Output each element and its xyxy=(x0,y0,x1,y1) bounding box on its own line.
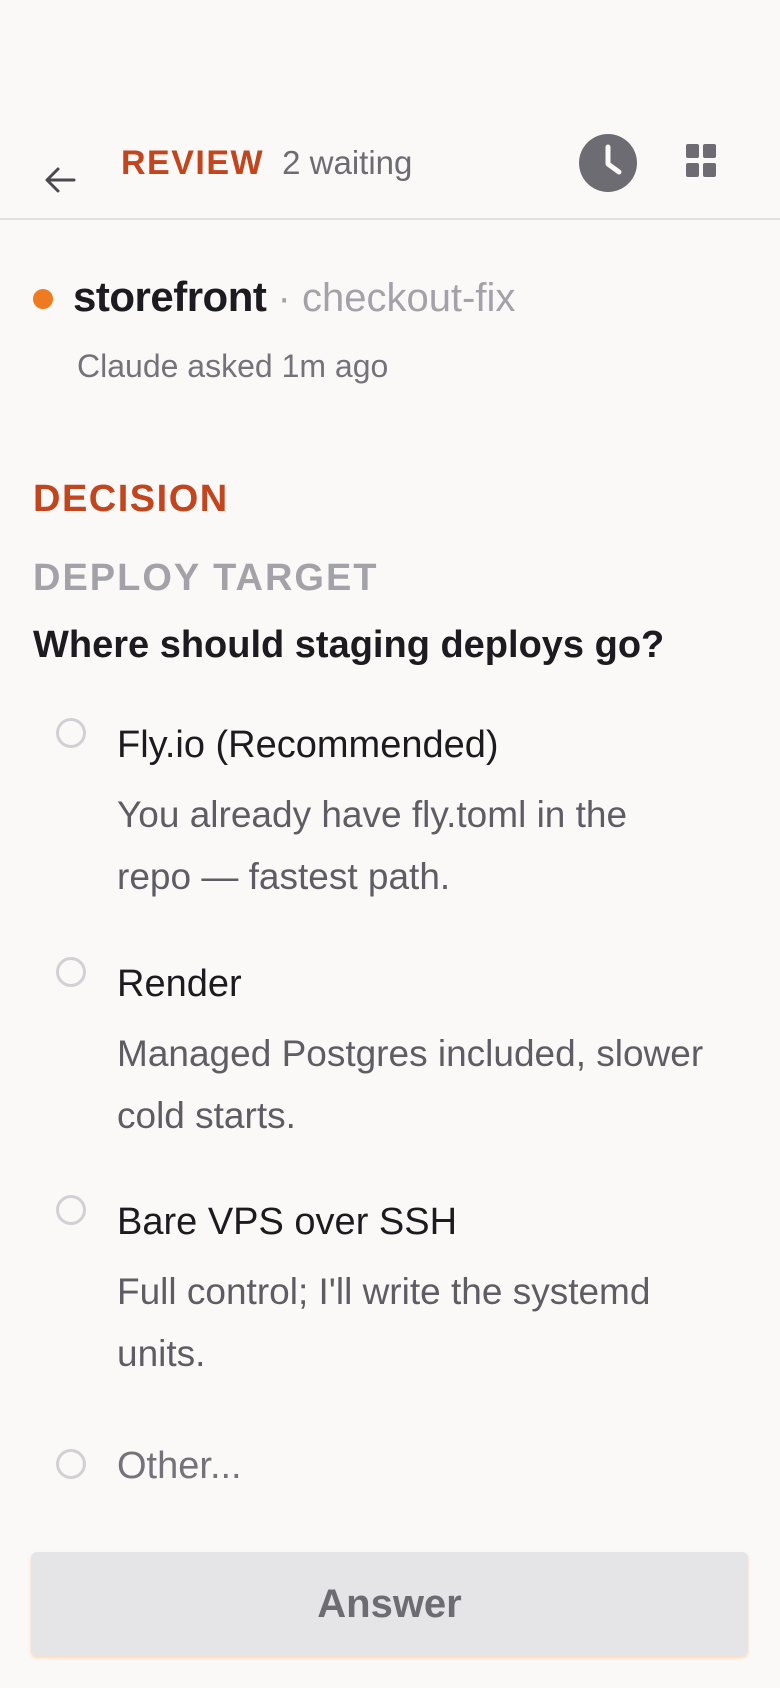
radio-button[interactable] xyxy=(56,718,86,748)
header-title-group: REVIEW 2 waiting xyxy=(121,144,412,184)
question-text: Where should staging deploys go? xyxy=(33,624,665,666)
radio-button[interactable] xyxy=(56,1449,86,1479)
grid-button[interactable] xyxy=(686,144,722,180)
option-fly[interactable]: Fly.io (Recommended) You already have fl… xyxy=(56,718,736,908)
asked-timestamp: Claude asked 1m ago xyxy=(77,348,389,384)
option-description: Managed Postgres included, slower cold s… xyxy=(117,1033,704,1136)
option-label: Render xyxy=(117,963,242,1005)
option-other[interactable]: Other... xyxy=(56,1445,736,1509)
option-description: You already have fly.toml in the repo — … xyxy=(117,794,628,897)
session-name: storefront xyxy=(73,273,267,320)
top-bar: REVIEW 2 waiting xyxy=(0,120,780,220)
session-branch: · checkout-fix xyxy=(277,276,516,320)
option-render[interactable]: Render Managed Postgres included, slower… xyxy=(56,957,736,1147)
option-label: Fly.io (Recommended) xyxy=(117,724,499,766)
back-button[interactable] xyxy=(40,160,80,200)
answer-button[interactable]: Answer xyxy=(31,1552,748,1656)
page-title: REVIEW xyxy=(121,144,265,182)
history-button[interactable] xyxy=(579,134,637,192)
status-dot xyxy=(33,289,53,309)
session-title: storefront · checkout-fix xyxy=(73,273,515,321)
grid-icon xyxy=(686,144,716,177)
section-label: DECISION xyxy=(33,478,229,520)
option-description: Full control; I'll write the systemd uni… xyxy=(117,1271,651,1374)
option-label: Bare VPS over SSH xyxy=(117,1201,458,1243)
question-header: DEPLOY TARGET xyxy=(33,557,379,599)
clock-icon xyxy=(579,134,637,192)
option-label: Other... xyxy=(117,1445,242,1487)
radio-button[interactable] xyxy=(56,957,86,987)
option-vps[interactable]: Bare VPS over SSH Full control; I'll wri… xyxy=(56,1195,736,1385)
radio-button[interactable] xyxy=(56,1195,86,1225)
arrow-left-icon xyxy=(45,167,76,193)
waiting-count: 2 waiting xyxy=(282,144,413,181)
